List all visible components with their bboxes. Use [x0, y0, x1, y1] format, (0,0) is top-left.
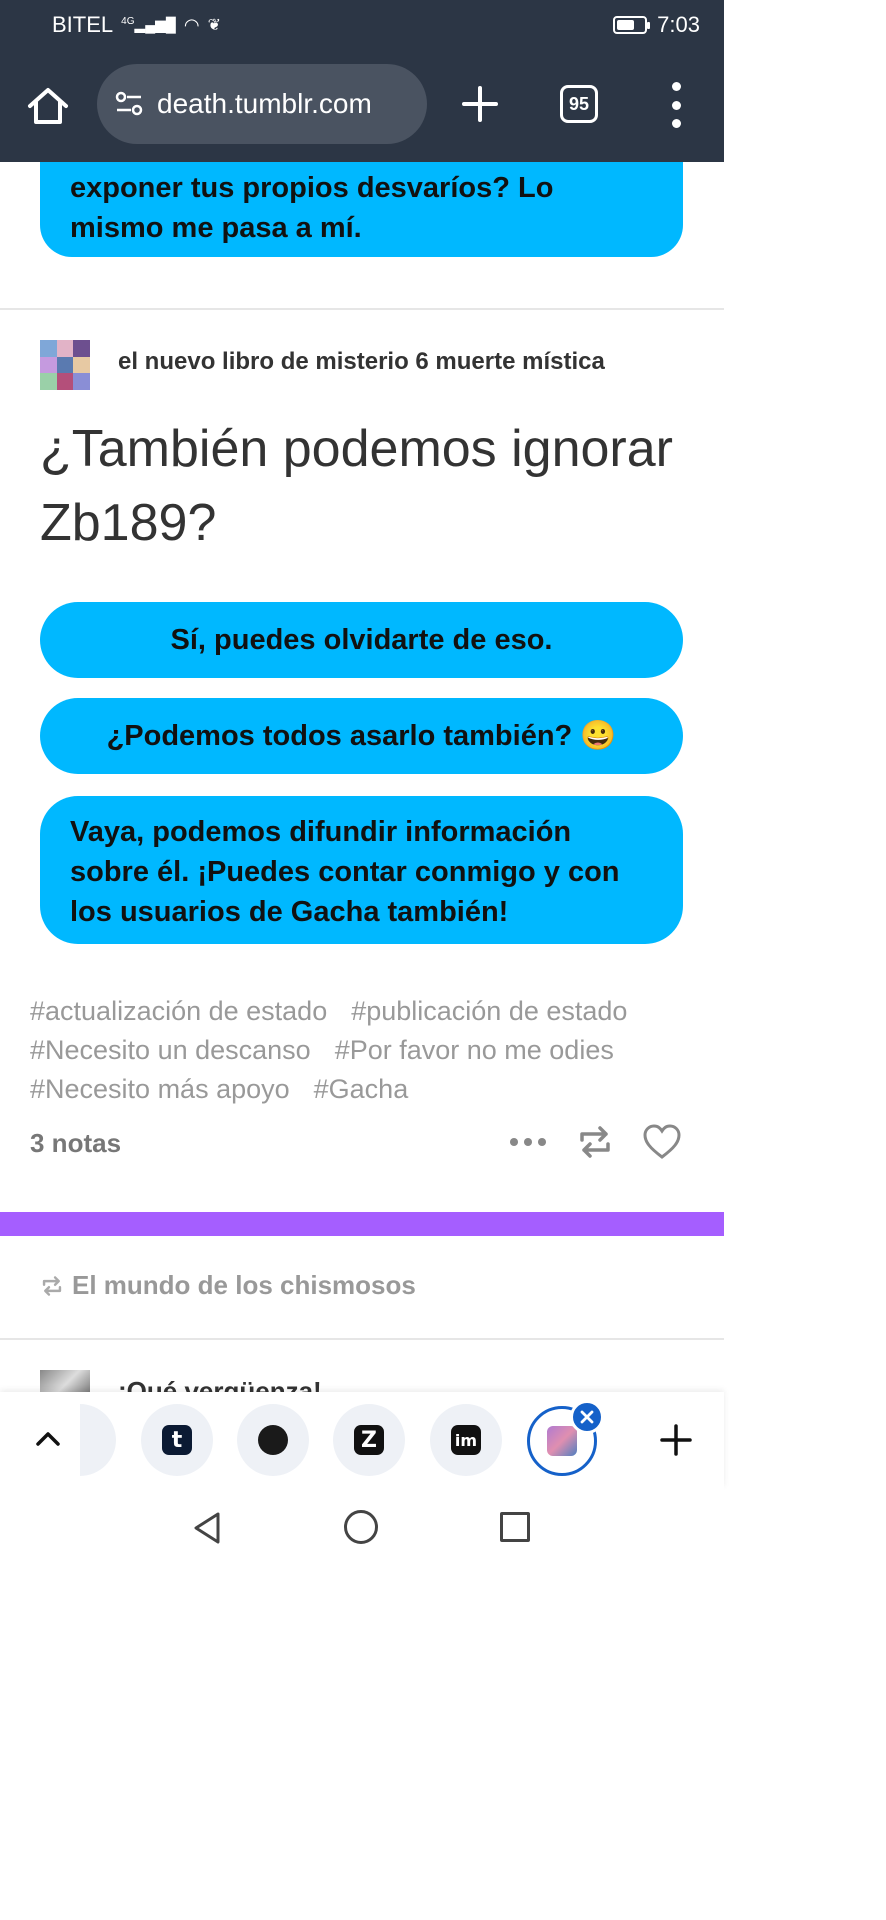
post-divider: [0, 308, 724, 310]
chat-bubble-1: Sí, puedes olvidarte de eso.: [40, 602, 683, 678]
new-tab-icon[interactable]: [458, 82, 502, 126]
status-bar: BITEL 4G▂▄▆█ ◠ ❦ 7:03: [0, 0, 724, 52]
address-bar[interactable]: death.tumblr.com: [97, 64, 427, 144]
reblog-source[interactable]: El mundo de los chismosos: [40, 1270, 416, 1301]
browser-toolbar: death.tumblr.com 95: [0, 52, 724, 162]
chat-bubble-2: ¿Podemos todos asarlo también? 😀: [40, 698, 683, 774]
network-type: 4G: [121, 16, 135, 28]
tumblr-icon: t: [162, 1425, 192, 1455]
next-post-title: ¡Qué vergüenza!: [118, 1376, 322, 1392]
post-actions: [508, 1124, 682, 1160]
site-logo-icon: [258, 1425, 288, 1455]
chat-bubble-text: Sí, puedes olvidarte de eso.: [170, 623, 553, 656]
tag-link[interactable]: #publicación de estado: [351, 992, 627, 1031]
chat-bubble-text: ¿Podemos todos asarlo también? 😀: [106, 720, 617, 752]
url-text[interactable]: death.tumblr.com: [157, 88, 372, 120]
post-title: ¿También podemos ignorar Zb189?: [40, 420, 673, 552]
chat-bubble-text: Vaya, podemos difundir información sobre…: [70, 816, 620, 928]
tab-site-4[interactable]: im: [430, 1404, 502, 1476]
tag-link[interactable]: #Gacha: [314, 1070, 409, 1109]
chat-bubble-3: Vaya, podemos difundir información sobre…: [40, 796, 683, 944]
blog-avatar[interactable]: [40, 340, 90, 390]
clock: 7:03: [657, 12, 700, 37]
notes-count[interactable]: 3 notas: [30, 1128, 121, 1159]
tag-link[interactable]: #actualización de estado: [30, 992, 327, 1031]
tab-switcher-button[interactable]: 95: [560, 85, 598, 123]
system-nav-bar: [0, 1488, 724, 1568]
signal-icon: 4G▂▄▆█: [121, 16, 176, 33]
tag-link[interactable]: #Por favor no me odies: [335, 1031, 614, 1070]
post-tags: #actualización de estado #publicación de …: [30, 992, 710, 1109]
tab-count: 95: [568, 93, 590, 114]
reblog-small-icon: [42, 1275, 62, 1296]
more-menu-icon[interactable]: [668, 82, 684, 128]
z-logo-icon: Z: [354, 1425, 384, 1455]
post-separator-bar: [0, 1212, 724, 1236]
wifi-icon: ◠: [183, 14, 200, 35]
battery-icon: [613, 16, 651, 34]
site-settings-icon[interactable]: [113, 88, 145, 120]
carrier-label: BITEL: [52, 12, 114, 37]
bird-icon: ❦: [207, 17, 221, 34]
reblog-icon[interactable]: [576, 1124, 614, 1160]
add-tab-icon[interactable]: [658, 1422, 694, 1458]
back-icon[interactable]: [190, 1510, 224, 1546]
chevron-up-icon[interactable]: [30, 1420, 66, 1456]
post-divider: [0, 1338, 724, 1340]
like-heart-icon[interactable]: [642, 1124, 682, 1160]
tab-site-3[interactable]: Z: [333, 1404, 405, 1476]
tab-site-2[interactable]: [237, 1404, 309, 1476]
tab-strip: t Z im: [0, 1392, 724, 1488]
recents-icon[interactable]: [500, 1512, 530, 1542]
next-blog-avatar[interactable]: [40, 1370, 90, 1392]
page-content: exponer tus propios desvaríos? Lo mismo …: [0, 162, 724, 1392]
tag-link[interactable]: #Necesito más apoyo: [30, 1070, 290, 1109]
home-icon[interactable]: [24, 82, 72, 130]
blog-name-link[interactable]: el nuevo libro de misterio 6 muerte míst…: [118, 348, 605, 376]
tag-link[interactable]: #Necesito un descanso: [30, 1031, 311, 1070]
close-tab-icon[interactable]: [570, 1400, 604, 1434]
previous-post-bubble: exponer tus propios desvaríos? Lo mismo …: [40, 162, 683, 257]
tab-tumblr[interactable]: t: [141, 1404, 213, 1476]
active-tab-favicon: [547, 1426, 577, 1456]
reblog-source-name[interactable]: El mundo de los chismosos: [72, 1270, 416, 1301]
more-options-icon[interactable]: [508, 1124, 548, 1160]
previous-bubble-text: exponer tus propios desvaríos? Lo mismo …: [70, 172, 554, 244]
im-logo-icon: im: [451, 1425, 481, 1455]
home-circle-icon[interactable]: [344, 1510, 378, 1544]
